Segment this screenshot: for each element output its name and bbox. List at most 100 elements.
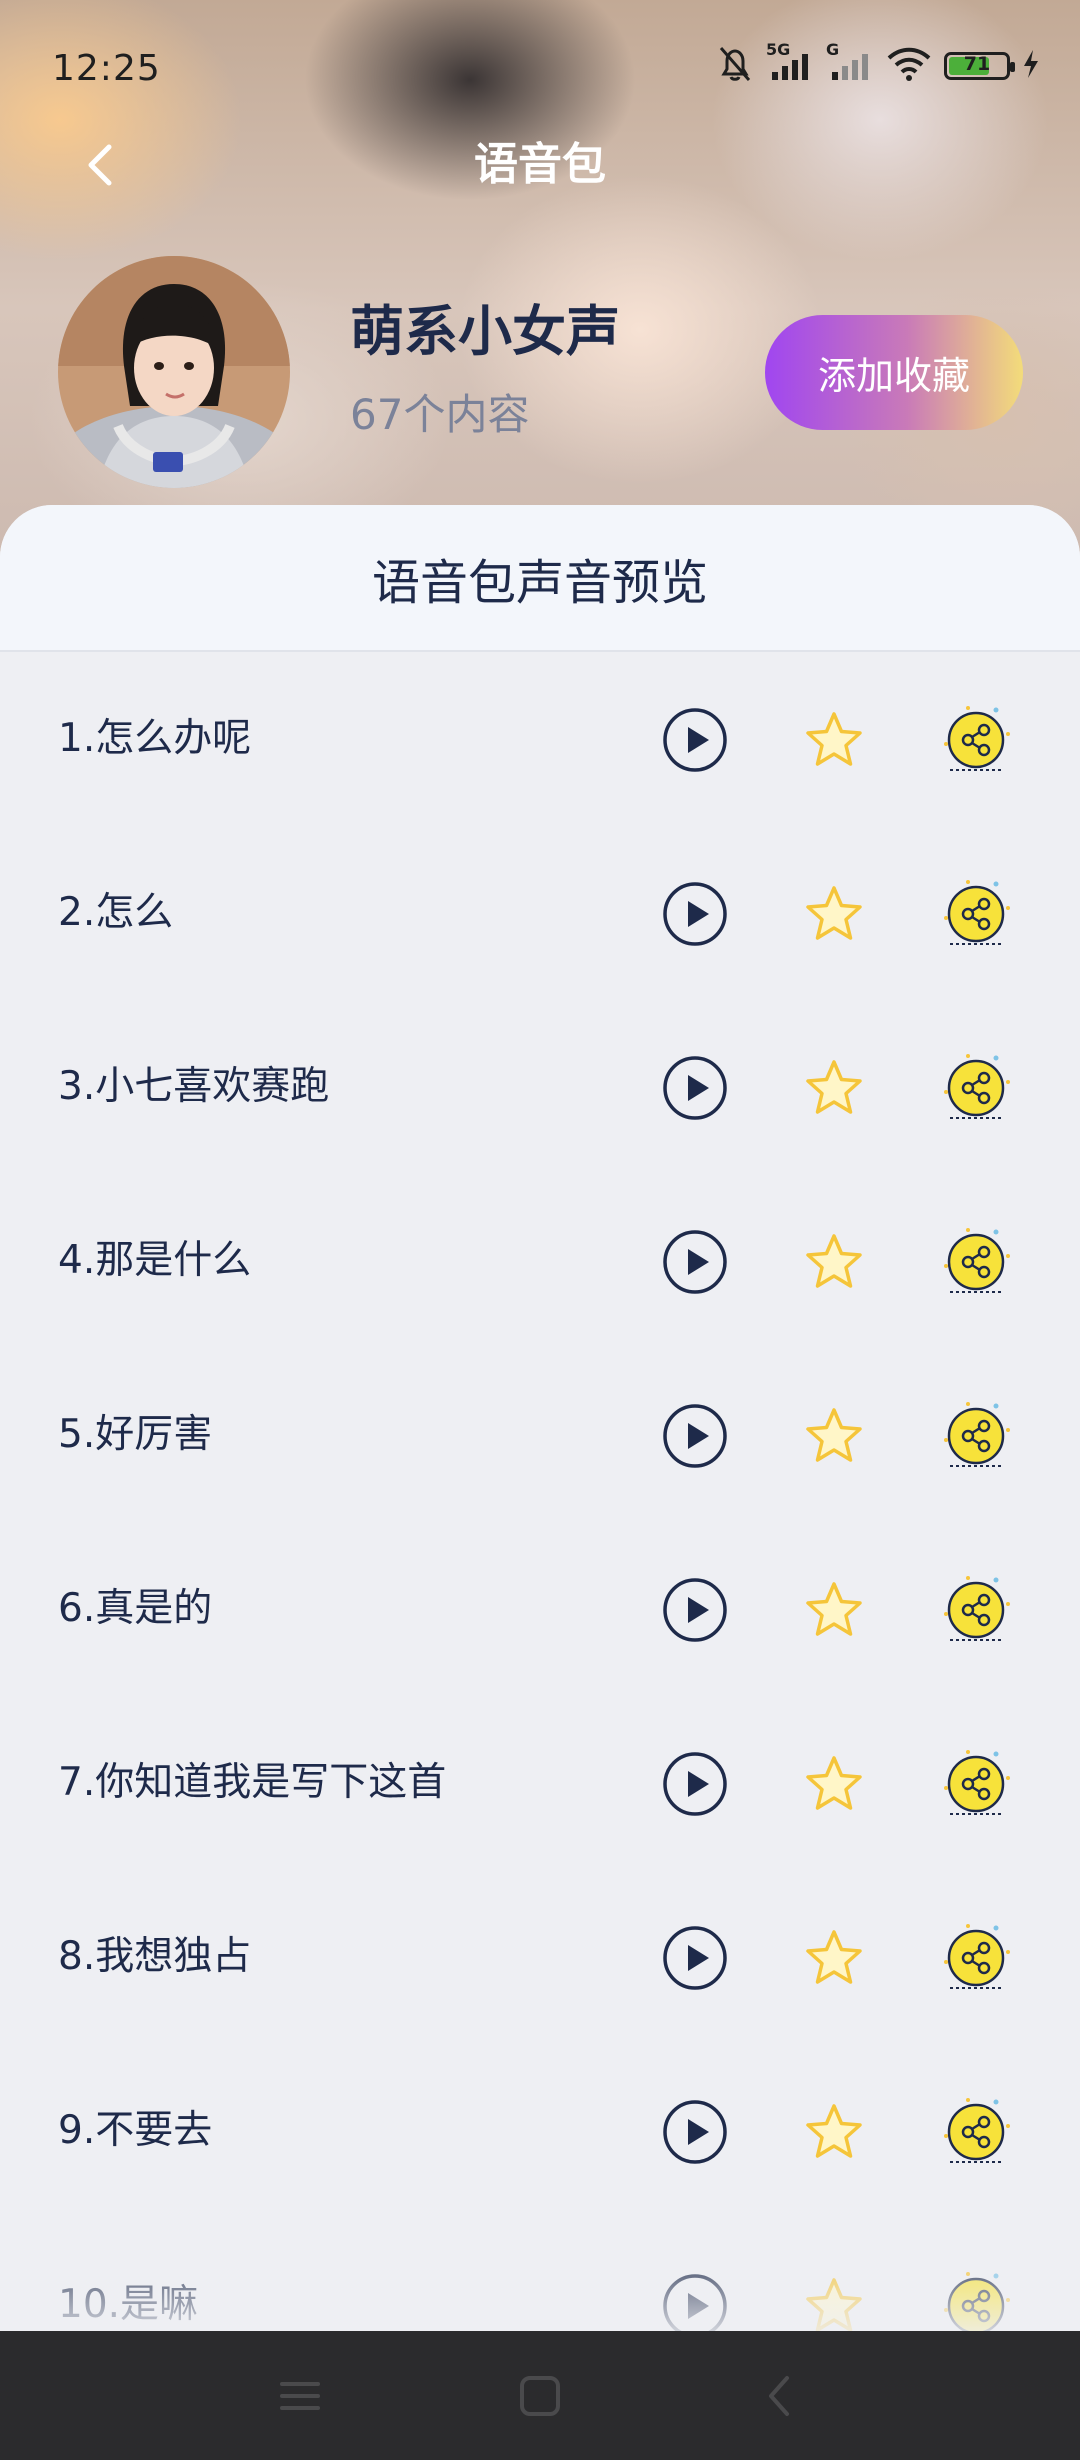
share-icon [944, 1750, 1010, 1815]
play-button[interactable] [662, 707, 728, 773]
favorite-star-button[interactable] [801, 881, 867, 947]
share-button[interactable] [938, 2098, 1018, 2165]
share-button[interactable] [938, 1750, 1018, 1817]
share-button[interactable] [938, 1576, 1018, 1643]
play-icon [663, 1752, 727, 1816]
preview-title: 语音包声音预览 [371, 554, 708, 611]
share-icon [944, 1054, 1010, 1119]
voice-item-row[interactable]: 8.我想独占 [0, 1870, 1080, 2044]
favorite-star-button[interactable] [801, 1055, 867, 1121]
voice-item-row[interactable]: 4.那是什么 [0, 1174, 1080, 1348]
nav-menu-button[interactable] [265, 2361, 335, 2431]
status-bar: 12:25 5G G 71 [0, 0, 1080, 130]
voice-item-label: 3.小七喜欢赛跑 [58, 1064, 330, 1109]
voice-item-label: 8.我想独占 [58, 1934, 252, 1979]
favorite-star-button[interactable] [801, 1925, 867, 1991]
star-icon [806, 1582, 862, 1636]
play-button[interactable] [662, 2099, 728, 2165]
voice-item-label: 1.怎么办呢 [58, 716, 252, 761]
star-icon [806, 886, 862, 940]
battery-tip [1010, 62, 1015, 72]
play-button[interactable] [662, 1577, 728, 1643]
favorite-star-button[interactable] [801, 1403, 867, 1469]
system-navigation-bar [0, 2331, 1080, 2460]
menu-icon [280, 2382, 320, 2410]
voice-item-row[interactable]: 5.好厉害 [0, 1348, 1080, 1522]
pack-name: 萌系小女声 [350, 300, 620, 363]
share-icon [944, 2098, 1010, 2163]
status-time: 12:25 [52, 48, 161, 89]
star-icon [806, 1234, 862, 1288]
play-icon [663, 1578, 727, 1642]
page-title: 语音包 [474, 139, 606, 190]
share-button[interactable] [938, 1402, 1018, 1469]
pack-content-count: 67个内容 [350, 390, 530, 439]
star-icon [806, 2104, 862, 2158]
pack-avatar [58, 256, 290, 488]
voice-item-row[interactable]: 6.真是的 [0, 1522, 1080, 1696]
share-icon [944, 880, 1010, 945]
share-icon [944, 1402, 1010, 1467]
share-button[interactable] [938, 1924, 1018, 1991]
play-button[interactable] [662, 1055, 728, 1121]
favorite-star-button[interactable] [801, 707, 867, 773]
star-icon [806, 1756, 862, 1810]
home-square-icon [520, 2376, 560, 2416]
signal-g-icon: G [826, 40, 874, 88]
play-icon [663, 1404, 727, 1468]
share-button[interactable] [938, 880, 1018, 947]
nav-home-button[interactable] [505, 2361, 575, 2431]
voice-list: 1.怎么办呢 2.怎么 3.小七喜欢赛跑 4.那是什么 5.好厉害 6.真是的 7.你知道我… [0, 652, 1080, 2331]
voice-item-row[interactable]: 2.怎么 [0, 826, 1080, 1000]
favorite-star-button[interactable] [801, 1229, 867, 1295]
wifi-icon [886, 44, 932, 88]
share-icon [944, 1576, 1010, 1641]
voice-item-label: 2.怎么 [58, 890, 174, 935]
star-icon [806, 712, 862, 766]
network2-type-label: G [826, 40, 840, 59]
star-icon [806, 1930, 862, 1984]
share-button[interactable] [938, 1228, 1018, 1295]
play-icon [663, 2274, 727, 2331]
play-icon [663, 1230, 727, 1294]
nav-back-button[interactable] [745, 2361, 815, 2431]
share-icon [944, 706, 1010, 771]
voice-item-row[interactable]: 9.不要去 [0, 2044, 1080, 2218]
voice-item-label: 4.那是什么 [58, 1238, 252, 1283]
voice-item-row[interactable]: 10.是嘛 [0, 2218, 1080, 2331]
share-button[interactable] [938, 2272, 1018, 2331]
play-button[interactable] [662, 1403, 728, 1469]
favorite-star-button[interactable] [801, 2273, 867, 2331]
voice-item-row[interactable]: 1.怎么办呢 [0, 652, 1080, 826]
back-arrow-icon [769, 2376, 789, 2416]
preview-header: 语音包声音预览 [0, 505, 1080, 652]
play-icon [663, 1926, 727, 1990]
favorite-star-button[interactable] [801, 1577, 867, 1643]
add-favorite-button[interactable]: 添加收藏 [765, 315, 1023, 430]
play-icon [663, 1056, 727, 1120]
play-button[interactable] [662, 2273, 728, 2331]
voice-item-row[interactable]: 3.小七喜欢赛跑 [0, 1000, 1080, 1174]
play-button[interactable] [662, 1229, 728, 1295]
share-button[interactable] [938, 706, 1018, 773]
share-button[interactable] [938, 1054, 1018, 1121]
favorite-star-button[interactable] [801, 2099, 867, 2165]
play-icon [663, 2100, 727, 2164]
share-icon [944, 1228, 1010, 1293]
voice-item-label: 10.是嘛 [58, 2282, 199, 2327]
voice-item-row[interactable]: 7.你知道我是写下这首 [0, 1696, 1080, 1870]
status-icons: 5G G 71 [716, 40, 1040, 88]
share-icon [944, 1924, 1010, 1989]
play-icon [663, 882, 727, 946]
voice-item-label: 6.真是的 [58, 1586, 213, 1631]
battery-level-text: 71 [963, 53, 991, 75]
play-button[interactable] [662, 1925, 728, 1991]
battery-icon: 71 [944, 52, 1015, 80]
play-icon [663, 708, 727, 772]
play-button[interactable] [662, 1751, 728, 1817]
favorite-star-button[interactable] [801, 1751, 867, 1817]
star-icon [806, 1060, 862, 1114]
signal-5g-icon: 5G [766, 40, 814, 88]
share-icon [944, 2272, 1010, 2331]
play-button[interactable] [662, 881, 728, 947]
